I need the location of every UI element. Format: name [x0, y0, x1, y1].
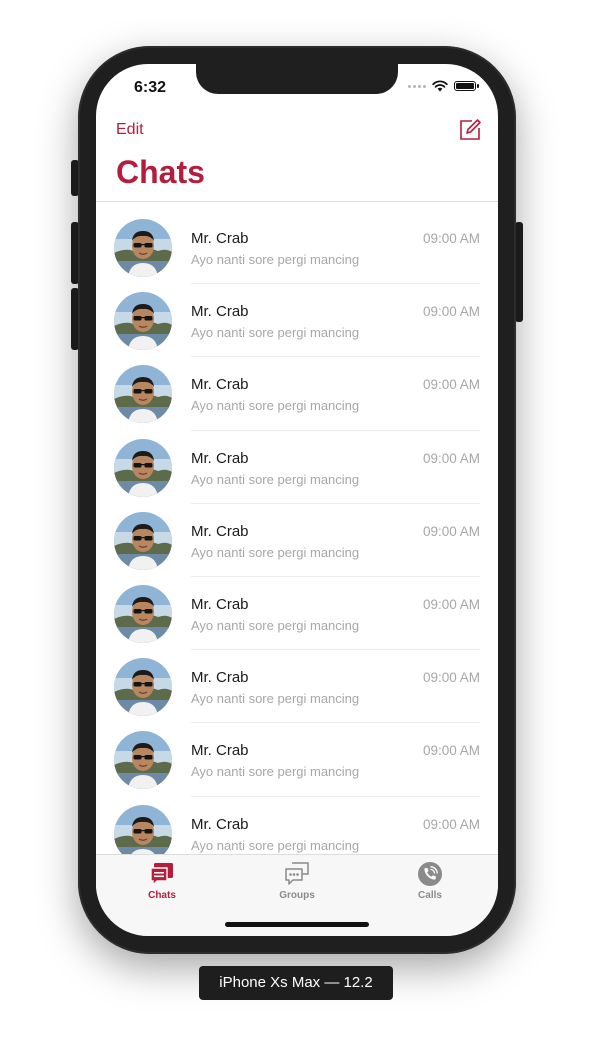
chat-preview: Ayo nanti sore pergi mancing — [191, 252, 360, 267]
chat-name: Mr. Crab — [191, 376, 249, 394]
avatar — [114, 804, 172, 854]
group-chat-icon — [285, 862, 309, 885]
avatar — [114, 438, 172, 497]
status-indicators — [408, 80, 479, 92]
chat-row[interactable]: Mr. Crab Ayo nanti sore pergi mancing 09:0… — [96, 788, 498, 854]
phone-icon — [418, 862, 442, 886]
chat-row[interactable]: Mr. Crab Ayo nanti sore pergi mancing 09:0… — [96, 202, 498, 285]
signal-dots-icon — [408, 84, 426, 88]
page-title: Chats — [116, 154, 205, 190]
home-indicator — [225, 922, 369, 927]
chat-name: Mr. Crab — [191, 522, 249, 540]
chat-row[interactable]: Mr. Crab Ayo nanti sore pergi mancing 09:0… — [96, 714, 498, 797]
chat-time: 09:00 AM — [422, 523, 480, 539]
chat-time: 09:00 AM — [422, 231, 480, 246]
chat-row[interactable]: Mr. Crab Ayo nanti sore pergi mancing 09:0… — [96, 641, 498, 724]
chat-name: Mr. Crab — [191, 595, 249, 613]
chat-preview: Ayo nanti sore pergi mancing — [191, 764, 360, 780]
chat-preview: Ayo nanti sore pergi mancing — [191, 617, 360, 633]
chat-time: 09:00 AM — [422, 596, 480, 612]
status-time: 6:32 — [134, 79, 167, 96]
avatar — [114, 219, 172, 277]
side-button — [515, 222, 523, 322]
chat-row[interactable]: Mr. Crab Ayo nanti sore pergi mancing 09:0… — [96, 422, 498, 504]
chat-time: 09:00 AM — [422, 304, 480, 320]
chat-time: 09:00 AM — [422, 670, 480, 686]
chat-preview: Ayo nanti sore pergi mancing — [191, 691, 360, 707]
avatar — [114, 511, 172, 570]
device-label: iPhone Xs Max — 12.2 — [199, 966, 393, 1000]
chat-name: Mr. Crab — [191, 303, 249, 321]
compose-icon[interactable] — [458, 118, 482, 142]
chat-row[interactable]: Mr. Crab Ayo nanti sore pergi mancing 09:0… — [96, 348, 498, 431]
chat-row[interactable]: Mr. Crab Ayo nanti sore pergi mancing 09:0… — [96, 568, 498, 651]
avatar — [114, 731, 172, 790]
chat-preview: Ayo nanti sore pergi mancing — [191, 471, 360, 487]
tab-calls[interactable]: Calls — [380, 861, 480, 901]
app-screen: 6:32 Edit Chats Mr. Crab Ayo nanti sore p… — [96, 64, 498, 936]
chat-preview: Ayo nanti sore pergi mancing — [191, 325, 360, 341]
wifi-icon — [432, 80, 448, 92]
avatar — [114, 292, 172, 351]
chat-time: 09:00 AM — [422, 816, 480, 832]
tab-label: Groups — [279, 890, 315, 901]
avatar — [114, 365, 172, 424]
battery-icon — [454, 81, 479, 91]
chat-preview: Ayo nanti sore pergi mancing — [191, 837, 360, 853]
tab-label: Chats — [148, 890, 176, 901]
chat-time: 09:00 AM — [422, 450, 480, 466]
chat-bubbles-icon — [150, 863, 173, 887]
chat-preview: Ayo nanti sore pergi mancing — [191, 398, 360, 414]
tab-label: Calls — [418, 890, 442, 901]
chat-row[interactable]: Mr. Crab Ayo nanti sore pergi mancing 09:0… — [96, 275, 498, 358]
chat-name: Mr. Crab — [191, 815, 249, 833]
tab-chats[interactable]: Chats — [112, 861, 212, 901]
avatar — [114, 658, 172, 717]
edit-button[interactable]: Edit — [116, 121, 144, 139]
chat-name: Mr. Crab — [191, 230, 249, 247]
tab-groups[interactable]: Groups — [247, 861, 347, 901]
avatar — [114, 584, 172, 643]
chat-time: 09:00 AM — [422, 377, 480, 393]
chat-name: Mr. Crab — [191, 742, 249, 760]
chat-time: 09:00 AM — [422, 743, 480, 759]
chat-row[interactable]: Mr. Crab Ayo nanti sore pergi mancing 09:0… — [96, 495, 498, 577]
notch — [196, 64, 398, 94]
chat-name: Mr. Crab — [191, 449, 249, 467]
chat-name: Mr. Crab — [191, 669, 249, 687]
chat-list[interactable]: Mr. Crab Ayo nanti sore pergi mancing 09:0… — [96, 202, 498, 854]
chat-preview: Ayo nanti sore pergi mancing — [191, 544, 360, 560]
